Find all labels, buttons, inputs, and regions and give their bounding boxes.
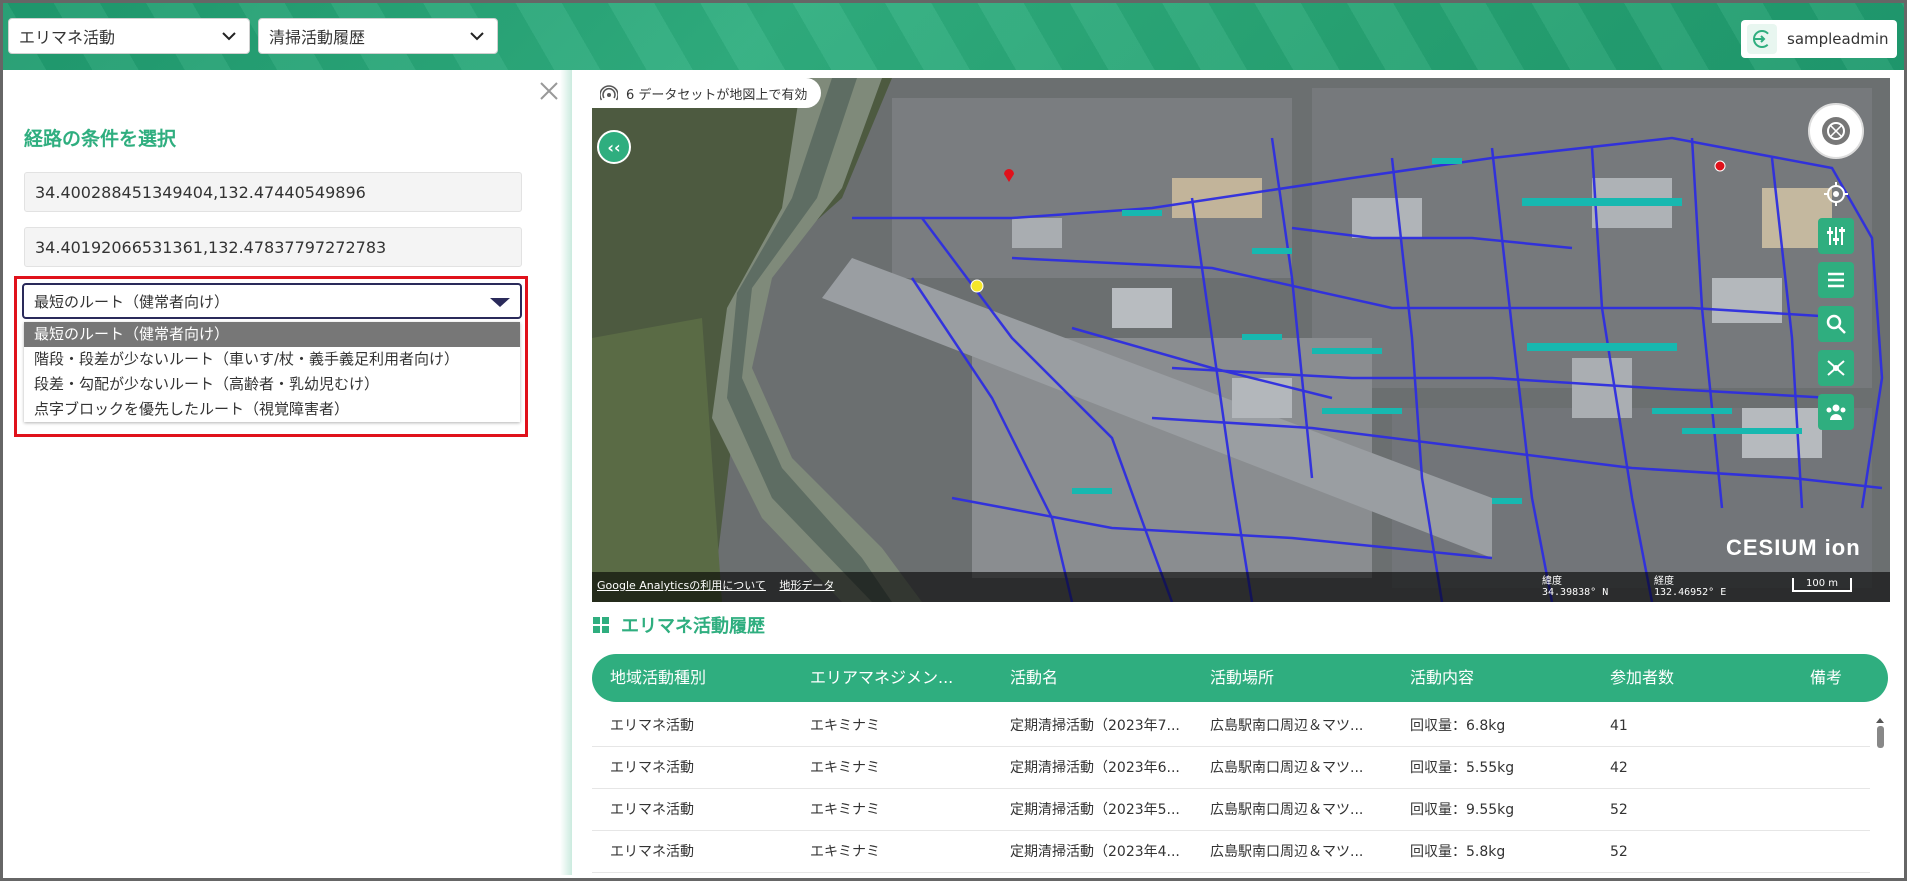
dataset-status-text: 6 データセットが地図上で有効 [626, 87, 808, 103]
caret-down-icon [490, 298, 510, 307]
map-satellite-view [592, 78, 1890, 602]
route-option-shortest[interactable]: 最短のルート（健常者向け） [24, 322, 520, 347]
panel-title: 経路の条件を選択 [24, 128, 177, 150]
user-name: sampleadmin [1787, 30, 1889, 48]
table-scrollbar[interactable] [1874, 712, 1886, 872]
terrain-data-link[interactable]: 地形データ [779, 579, 834, 592]
double-chevron-left-icon: ‹‹ [607, 137, 621, 157]
cesium-logo: CESIUM ion [1726, 535, 1861, 560]
history-table-body: エリマネ活動 エキミナミ 定期清掃活動（2023年7... 広島駅南口周辺＆マツ… [592, 705, 1870, 875]
column-header[interactable]: 活動場所 [1210, 654, 1274, 702]
activity-category-select[interactable]: エリマネ活動 [8, 18, 250, 54]
history-section-title: エリマネ活動履歴 [593, 613, 765, 637]
close-icon[interactable] [538, 80, 560, 102]
activity-type-label: 清掃活動履歴 [269, 28, 366, 47]
start-coordinate-field[interactable]: 34.400288451349404,132.47440549896 [24, 172, 522, 212]
column-header[interactable]: 参加者数 [1610, 654, 1674, 702]
grid-icon [593, 617, 609, 633]
map-viewer[interactable] [592, 78, 1890, 602]
route-type-options: 最短のルート（健常者向け） 階段・段差が少ないルート（車いす/杖・義手義足利用者… [24, 322, 520, 422]
column-header[interactable]: エリアマネジメン... [810, 654, 953, 702]
collapse-panel-button[interactable]: ‹‹ [597, 130, 631, 164]
broadcast-icon [600, 85, 618, 101]
search-button[interactable] [1818, 306, 1854, 342]
route-option-wheelchair[interactable]: 階段・段差が少ないルート（車いす/杖・義手義足利用者向け） [24, 347, 520, 372]
sliders-icon [1827, 227, 1845, 245]
activity-type-select[interactable]: 清掃活動履歴 [258, 18, 498, 54]
column-header[interactable]: 備考 [1810, 654, 1842, 702]
app-header: エリマネ活動 清掃活動履歴 sampleadmin [0, 0, 1907, 70]
scale-bar: 100 m [1792, 578, 1852, 592]
chevron-down-icon [470, 32, 484, 41]
list-icon [1828, 272, 1844, 288]
compass-control[interactable] [1808, 103, 1864, 159]
column-header[interactable]: 活動名 [1010, 654, 1058, 702]
login-icon [1747, 24, 1777, 54]
table-row[interactable]: エリマネ活動 エキミナミ 定期清掃活動（2023年7... 広島駅南口周辺＆マツ… [592, 705, 1870, 747]
dataset-status-badge[interactable]: 6 データセットが地図上で有効 [592, 78, 822, 108]
latitude-readout: 緯度 34.39838° N [1542, 576, 1609, 598]
map-credits: Google Analyticsの利用について 地形データ [597, 577, 844, 593]
search-icon [1826, 314, 1846, 334]
history-table-header: 地域活動種別 エリアマネジメン... 活動名 活動場所 活動内容 参加者数 備考 [592, 654, 1888, 702]
scrollbar-thumb[interactable] [1877, 726, 1884, 748]
user-menu-button[interactable]: sampleadmin [1741, 20, 1897, 58]
column-header[interactable]: 地域活動種別 [610, 654, 706, 702]
route-option-elderly[interactable]: 段差・勾配が少ないルート（高齢者・乳幼児むけ） [24, 372, 520, 397]
compass-icon [1822, 117, 1850, 145]
table-row[interactable]: エリマネ活動 エキミナミ 定期清掃活動（2023年5... 広島駅南口周辺＆マツ… [592, 789, 1870, 831]
chevron-down-icon [222, 32, 236, 41]
users-button[interactable] [1818, 394, 1854, 430]
layer-list-button[interactable] [1818, 262, 1854, 298]
table-row[interactable]: エリマネ活動 エキミナミ 定期清掃活動（2023年6... 広島駅南口周辺＆マツ… [592, 747, 1870, 789]
network-icon [1827, 360, 1845, 376]
settings-sliders-button[interactable] [1818, 218, 1854, 254]
route-type-select[interactable]: 最短のルート（健常者向け） [22, 283, 522, 319]
route-network-button[interactable] [1818, 350, 1854, 386]
route-option-visually-impaired[interactable]: 点字ブロックを優先したルート（視覚障害者） [24, 397, 520, 422]
table-row[interactable]: エリマネ活動 エキミナミ 定期清掃活動（2023年4... 広島駅南口周辺＆マツ… [592, 831, 1870, 873]
longitude-readout: 経度 132.46952° E [1654, 576, 1727, 598]
analytics-link[interactable]: Google Analyticsの利用について [597, 579, 766, 592]
crosshair-icon [1824, 182, 1848, 206]
users-icon [1826, 404, 1846, 420]
route-type-selected: 最短のルート（健常者向け） [34, 292, 230, 311]
column-header[interactable]: 活動内容 [1410, 654, 1474, 702]
locate-button[interactable] [1818, 176, 1854, 212]
end-coordinate-field[interactable]: 34.40192066531361,132.47837797272783 [24, 227, 522, 267]
map-footer: Google Analyticsの利用について 地形データ 緯度 34.3983… [592, 572, 1890, 602]
activity-category-label: エリマネ活動 [19, 28, 116, 47]
